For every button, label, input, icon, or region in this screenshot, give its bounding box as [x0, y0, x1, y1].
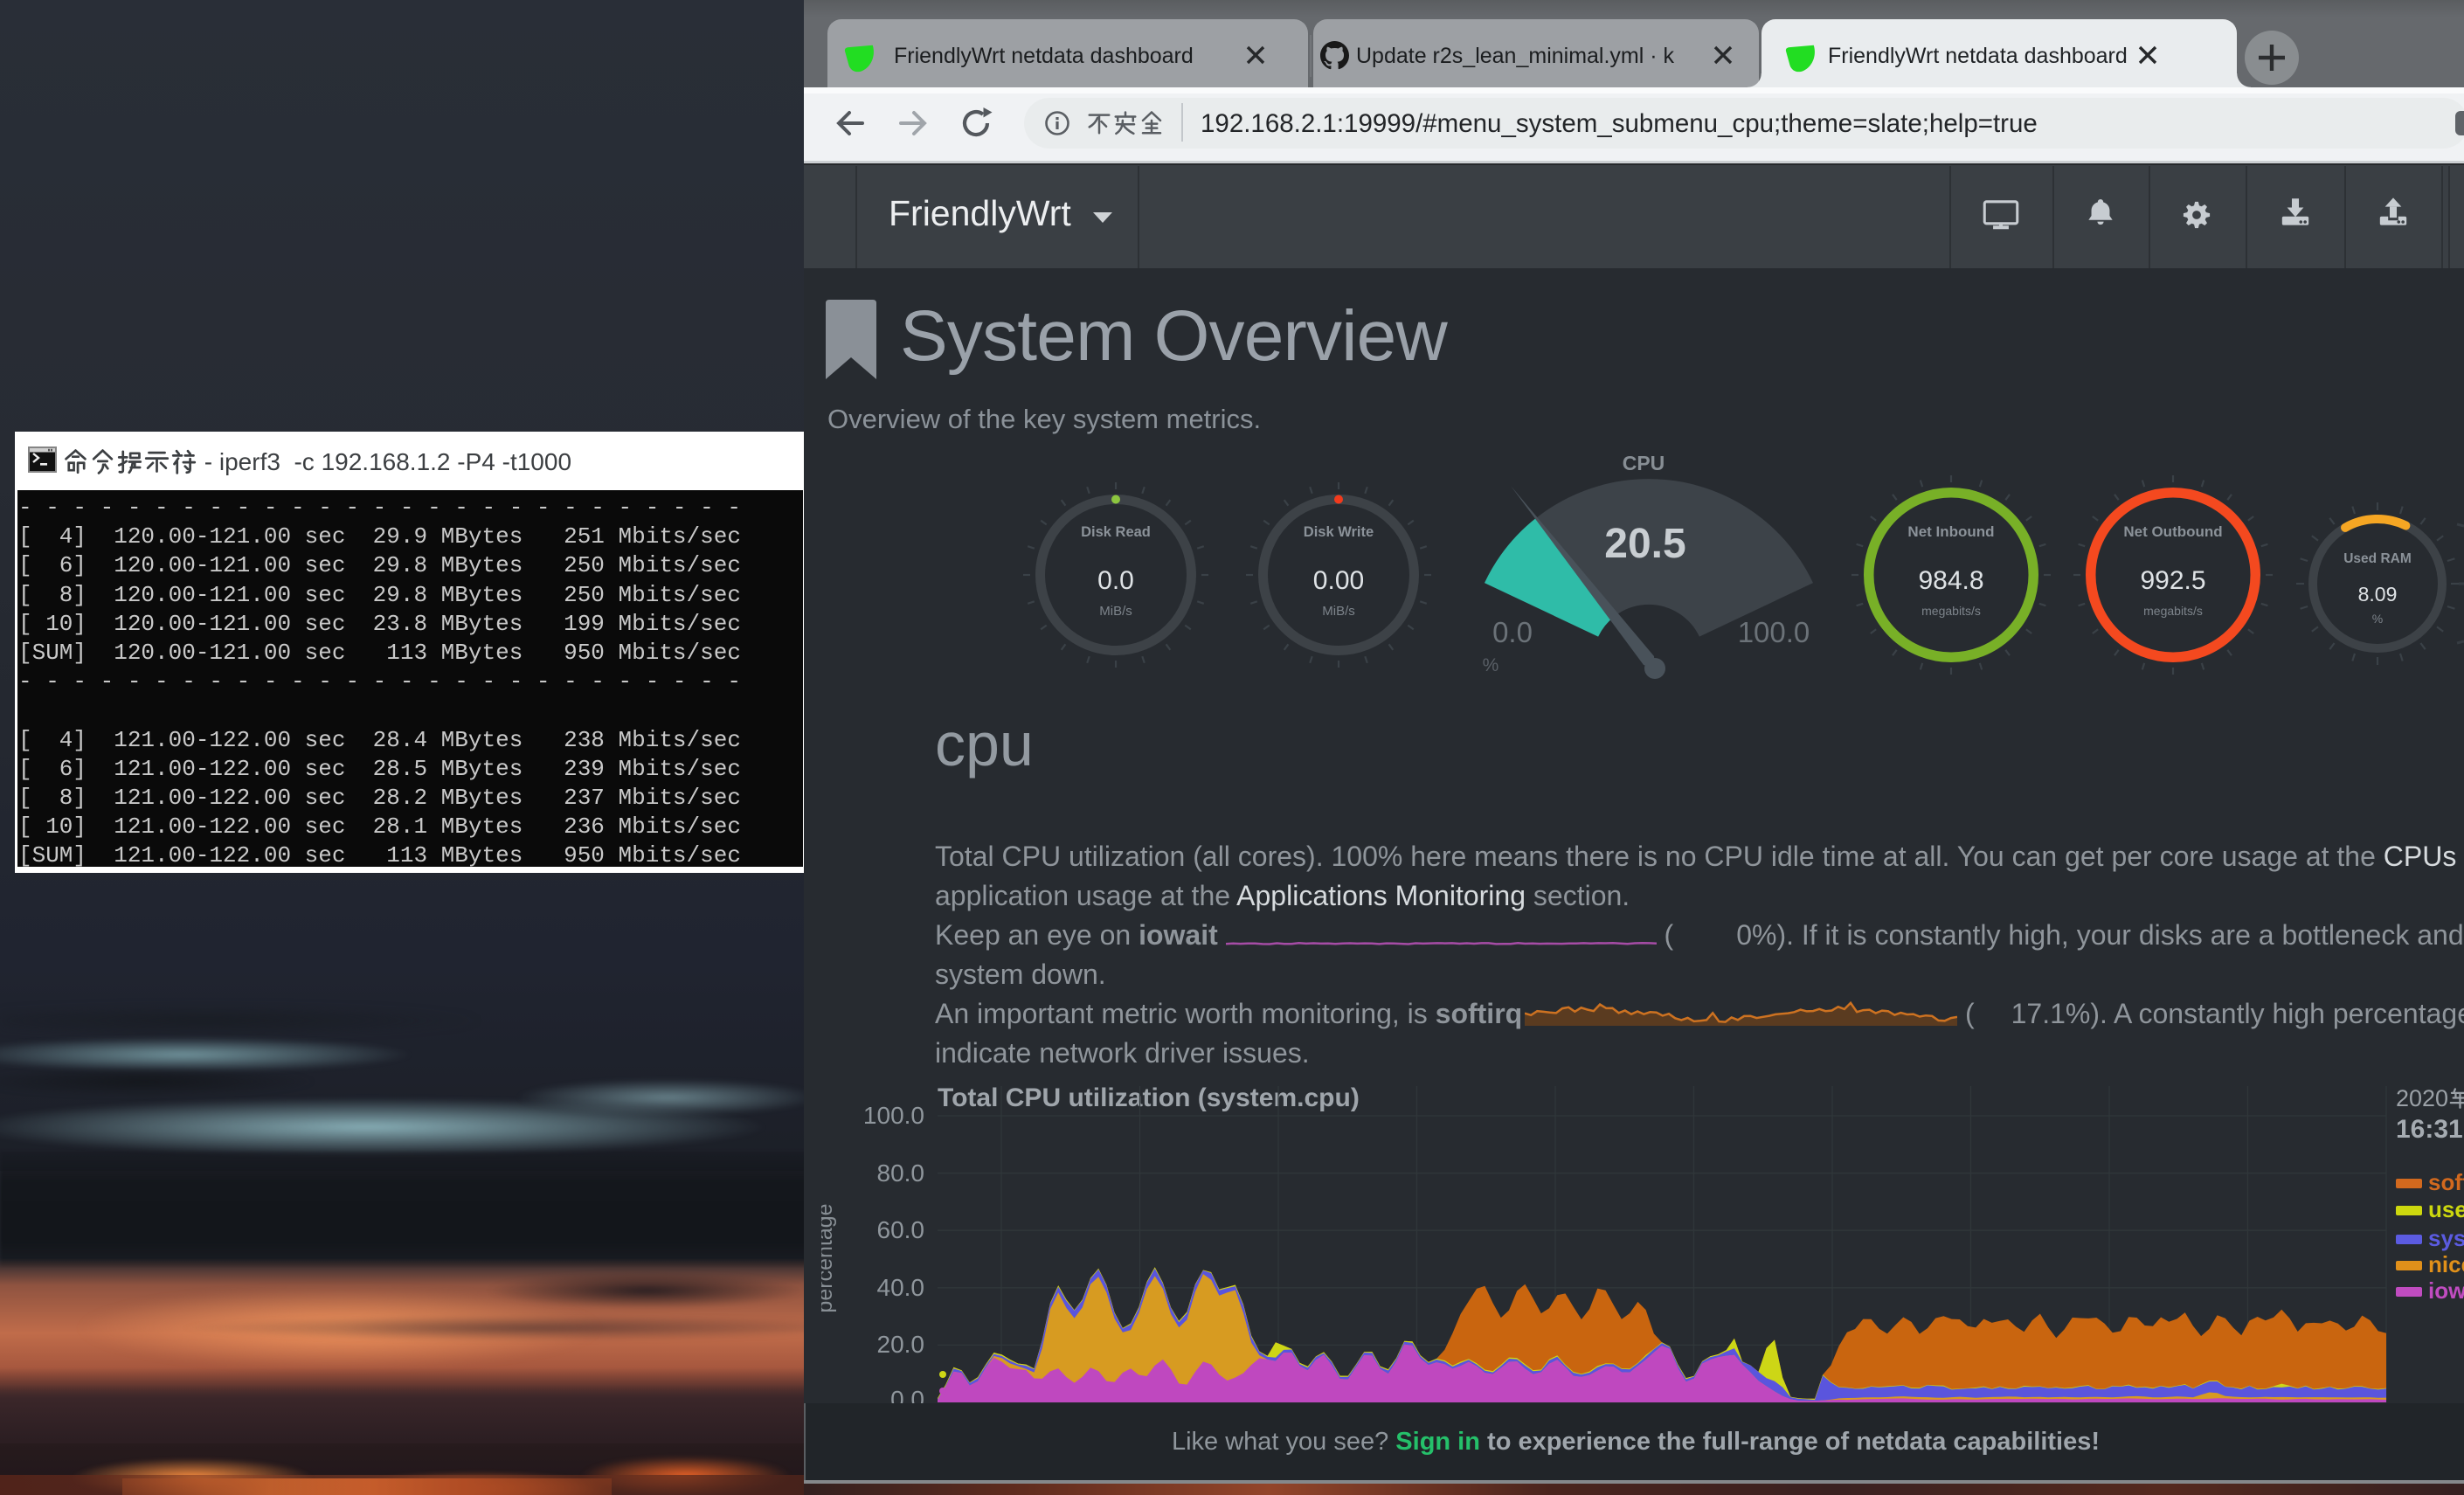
svg-text:0.00: 0.00	[1313, 566, 1364, 595]
svg-text:megabits/s: megabits/s	[1921, 604, 1981, 618]
svg-text:8.09: 8.09	[2358, 583, 2398, 606]
svg-text:percentage: percentage	[821, 1203, 837, 1312]
svg-text:MiB/s: MiB/s	[1322, 604, 1355, 619]
svg-text:984.8: 984.8	[1918, 566, 1983, 595]
svg-text:%: %	[2372, 612, 2383, 626]
svg-text:20.5: 20.5	[1604, 521, 1685, 567]
svg-text:992.5: 992.5	[2140, 566, 2205, 595]
svg-text:100.0: 100.0	[1738, 616, 1810, 648]
svg-text:Net Inbound: Net Inbound	[1907, 523, 1994, 540]
svg-text:0.0: 0.0	[1097, 566, 1134, 595]
svg-text:Disk Read: Disk Read	[1081, 524, 1151, 540]
svg-text:20.0: 20.0	[877, 1331, 925, 1358]
svg-text:0.0: 0.0	[1492, 616, 1533, 648]
svg-text:100.0: 100.0	[863, 1102, 924, 1129]
svg-text:megabits/s: megabits/s	[2143, 604, 2203, 618]
svg-text:Used RAM: Used RAM	[2343, 551, 2412, 566]
svg-text:Disk Write: Disk Write	[1304, 524, 1374, 540]
svg-text:%: %	[1483, 655, 1499, 675]
svg-text:40.0: 40.0	[877, 1274, 925, 1301]
svg-text:MiB/s: MiB/s	[1099, 604, 1132, 619]
svg-text:CPU: CPU	[1623, 452, 1665, 474]
svg-text:60.0: 60.0	[877, 1216, 925, 1243]
svg-text:Net Outbound: Net Outbound	[2123, 523, 2222, 540]
svg-text:80.0: 80.0	[877, 1159, 925, 1187]
